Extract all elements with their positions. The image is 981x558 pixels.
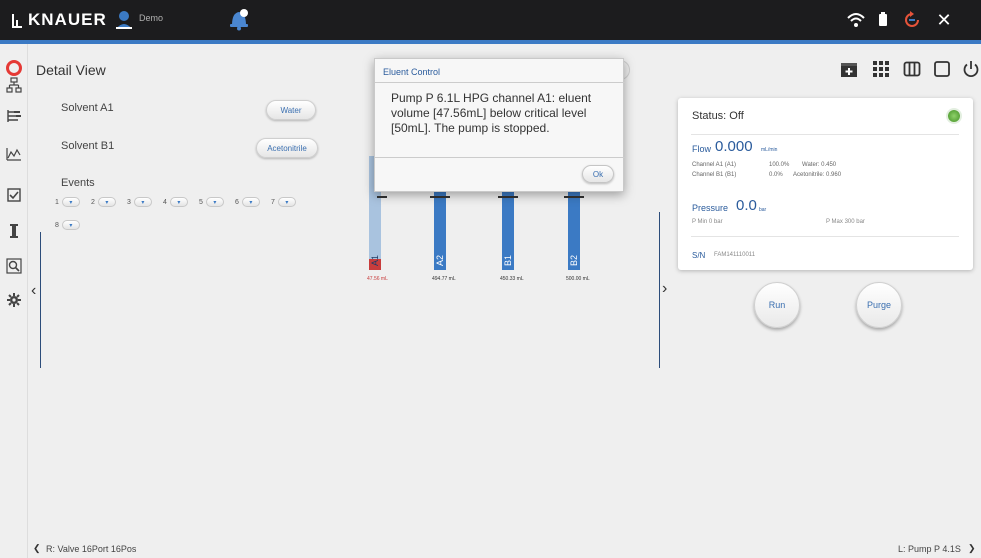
pressure-value: 0.0 (736, 197, 757, 214)
user-icon[interactable] (115, 10, 133, 30)
event-toggle-2[interactable]: 2 ▾ (91, 197, 116, 207)
rotate-icon[interactable] (902, 10, 922, 30)
eluent-control-dialog: Eluent Control Pump P 6.1L HPG channel A… (374, 58, 625, 192)
window-icon[interactable] (933, 60, 951, 78)
top-accent-line (0, 40, 981, 44)
status-led-icon (948, 110, 960, 122)
chevron-left-icon[interactable]: ‹ (31, 282, 36, 300)
network-icon[interactable] (6, 77, 22, 93)
channel-a-percent: 100.0% (769, 162, 790, 168)
bottle-volume: 494.77 mL (432, 276, 456, 282)
bottle-label: A1 (370, 254, 380, 266)
bottle-volume: 47.56 mL (367, 276, 388, 282)
knauer-logo-icon (12, 14, 22, 28)
chevron-down-icon[interactable]: ▾ (241, 197, 260, 207)
purge-button[interactable]: Purge (856, 282, 902, 328)
chevron-down-icon[interactable]: ▾ (205, 197, 224, 207)
chevron-down-icon[interactable]: ▾ (61, 220, 80, 230)
right-panel-bracket (659, 212, 660, 368)
chevron-down-icon[interactable]: ▾ (61, 197, 80, 207)
bottle-label: A2 (435, 254, 445, 266)
bottle-label: B1 (503, 254, 513, 266)
bottle-label: B2 (569, 254, 579, 266)
grid-icon[interactable] (872, 60, 890, 78)
footer-left-device[interactable]: R: Valve 16Port 16Pos (46, 544, 136, 554)
brand-name: KNAUER (28, 10, 107, 29)
pressure-label: Pressure (692, 203, 729, 213)
chevron-down-icon[interactable]: ▾ (97, 197, 116, 207)
chevron-right-icon[interactable]: › (662, 280, 667, 298)
channel-b-solvent: Acetonitrile: 0.960 (793, 172, 842, 178)
solvent-b1-label: Solvent B1 (61, 140, 115, 152)
flow-label: Flow (692, 144, 712, 154)
battery-icon (879, 12, 887, 26)
bottle-volume: 500.00 mL (566, 276, 590, 282)
notification-icon[interactable] (228, 7, 250, 31)
chevron-down-icon[interactable]: ▾ (277, 197, 296, 207)
flow-unit: mL/min (761, 147, 778, 153)
status-text: Status: Off (692, 110, 744, 122)
serial-label: S/N (692, 251, 706, 260)
pressure-unit: bar (759, 207, 767, 213)
solvent-a1-label: Solvent A1 (61, 102, 114, 114)
bottle-level-marker (430, 196, 450, 198)
event-toggle-6[interactable]: 6 ▾ (235, 197, 260, 207)
solvent-a1-button[interactable]: Water (266, 100, 316, 120)
divider (691, 134, 959, 135)
pump-status-card: Status: Off Flow 0.000 mL/min Channel A1… (678, 98, 973, 270)
wifi-icon (847, 13, 865, 27)
event-toggle-1[interactable]: 1 ▾ (55, 197, 80, 207)
dialog-title: Eluent Control (383, 67, 441, 77)
events-label: Events (61, 177, 95, 189)
zoom-icon[interactable] (6, 258, 22, 274)
chevron-down-icon[interactable]: ▾ (133, 197, 152, 207)
bottle-level-marker (564, 196, 584, 198)
dialog-message: Pump P 6.1L HPG channel A1: eluent volum… (391, 91, 592, 135)
channel-b-percent: 0.0% (769, 172, 783, 178)
bottle-level-marker (377, 196, 387, 198)
dialog-divider (375, 157, 625, 158)
channel-a-label: Channel A1 (A1) (692, 162, 737, 168)
checkbox-icon[interactable] (6, 187, 22, 203)
top-bar: KNAUER Demo ✕ (0, 0, 981, 40)
flow-value: 0.000 (715, 138, 753, 155)
event-toggle-7[interactable]: 7 ▾ (271, 197, 296, 207)
instrument-icon[interactable] (6, 223, 22, 239)
power-icon[interactable] (962, 60, 980, 78)
event-toggle-3[interactable]: 3 ▾ (127, 197, 152, 207)
chart-icon[interactable] (6, 146, 22, 162)
divider (691, 236, 959, 237)
ok-button[interactable]: Ok (582, 165, 614, 183)
pressure-min: P Min 0 bar (692, 219, 723, 225)
settings-icon[interactable] (6, 292, 22, 308)
footer-right-device[interactable]: L: Pump P 4.1S (898, 544, 961, 554)
close-icon[interactable]: ✕ (934, 10, 954, 30)
columns-icon[interactable] (903, 60, 921, 78)
user-name[interactable]: Demo (139, 13, 163, 23)
page-title: Detail View (36, 62, 106, 78)
event-toggle-5[interactable]: 5 ▾ (199, 197, 224, 207)
left-panel-bracket (40, 232, 41, 368)
hierarchy-icon[interactable] (6, 108, 22, 124)
bottle-level-marker (498, 196, 518, 198)
event-toggle-4[interactable]: 4 ▾ (163, 197, 188, 207)
bottle-volume: 450.33 mL (500, 276, 524, 282)
channel-b-label: Channel B1 (B1) (692, 172, 737, 178)
pressure-max: P Max 300 bar (826, 219, 865, 225)
dialog-divider (375, 82, 625, 83)
run-button[interactable]: Run (754, 282, 800, 328)
footer-right-arrow-icon[interactable]: ❯ (968, 543, 976, 554)
device-status-icon (6, 60, 22, 76)
solvent-b1-button[interactable]: Acetonitrile (256, 138, 318, 158)
chevron-down-icon[interactable]: ▾ (169, 197, 188, 207)
serial-number: FAM141110011 (714, 252, 756, 258)
event-toggle-8[interactable]: 8 ▾ (55, 220, 80, 230)
footer-left-arrow-icon[interactable]: ❮ (33, 543, 41, 554)
channel-a-solvent: Water: 0.450 (802, 162, 837, 168)
add-window-icon[interactable] (840, 60, 858, 78)
